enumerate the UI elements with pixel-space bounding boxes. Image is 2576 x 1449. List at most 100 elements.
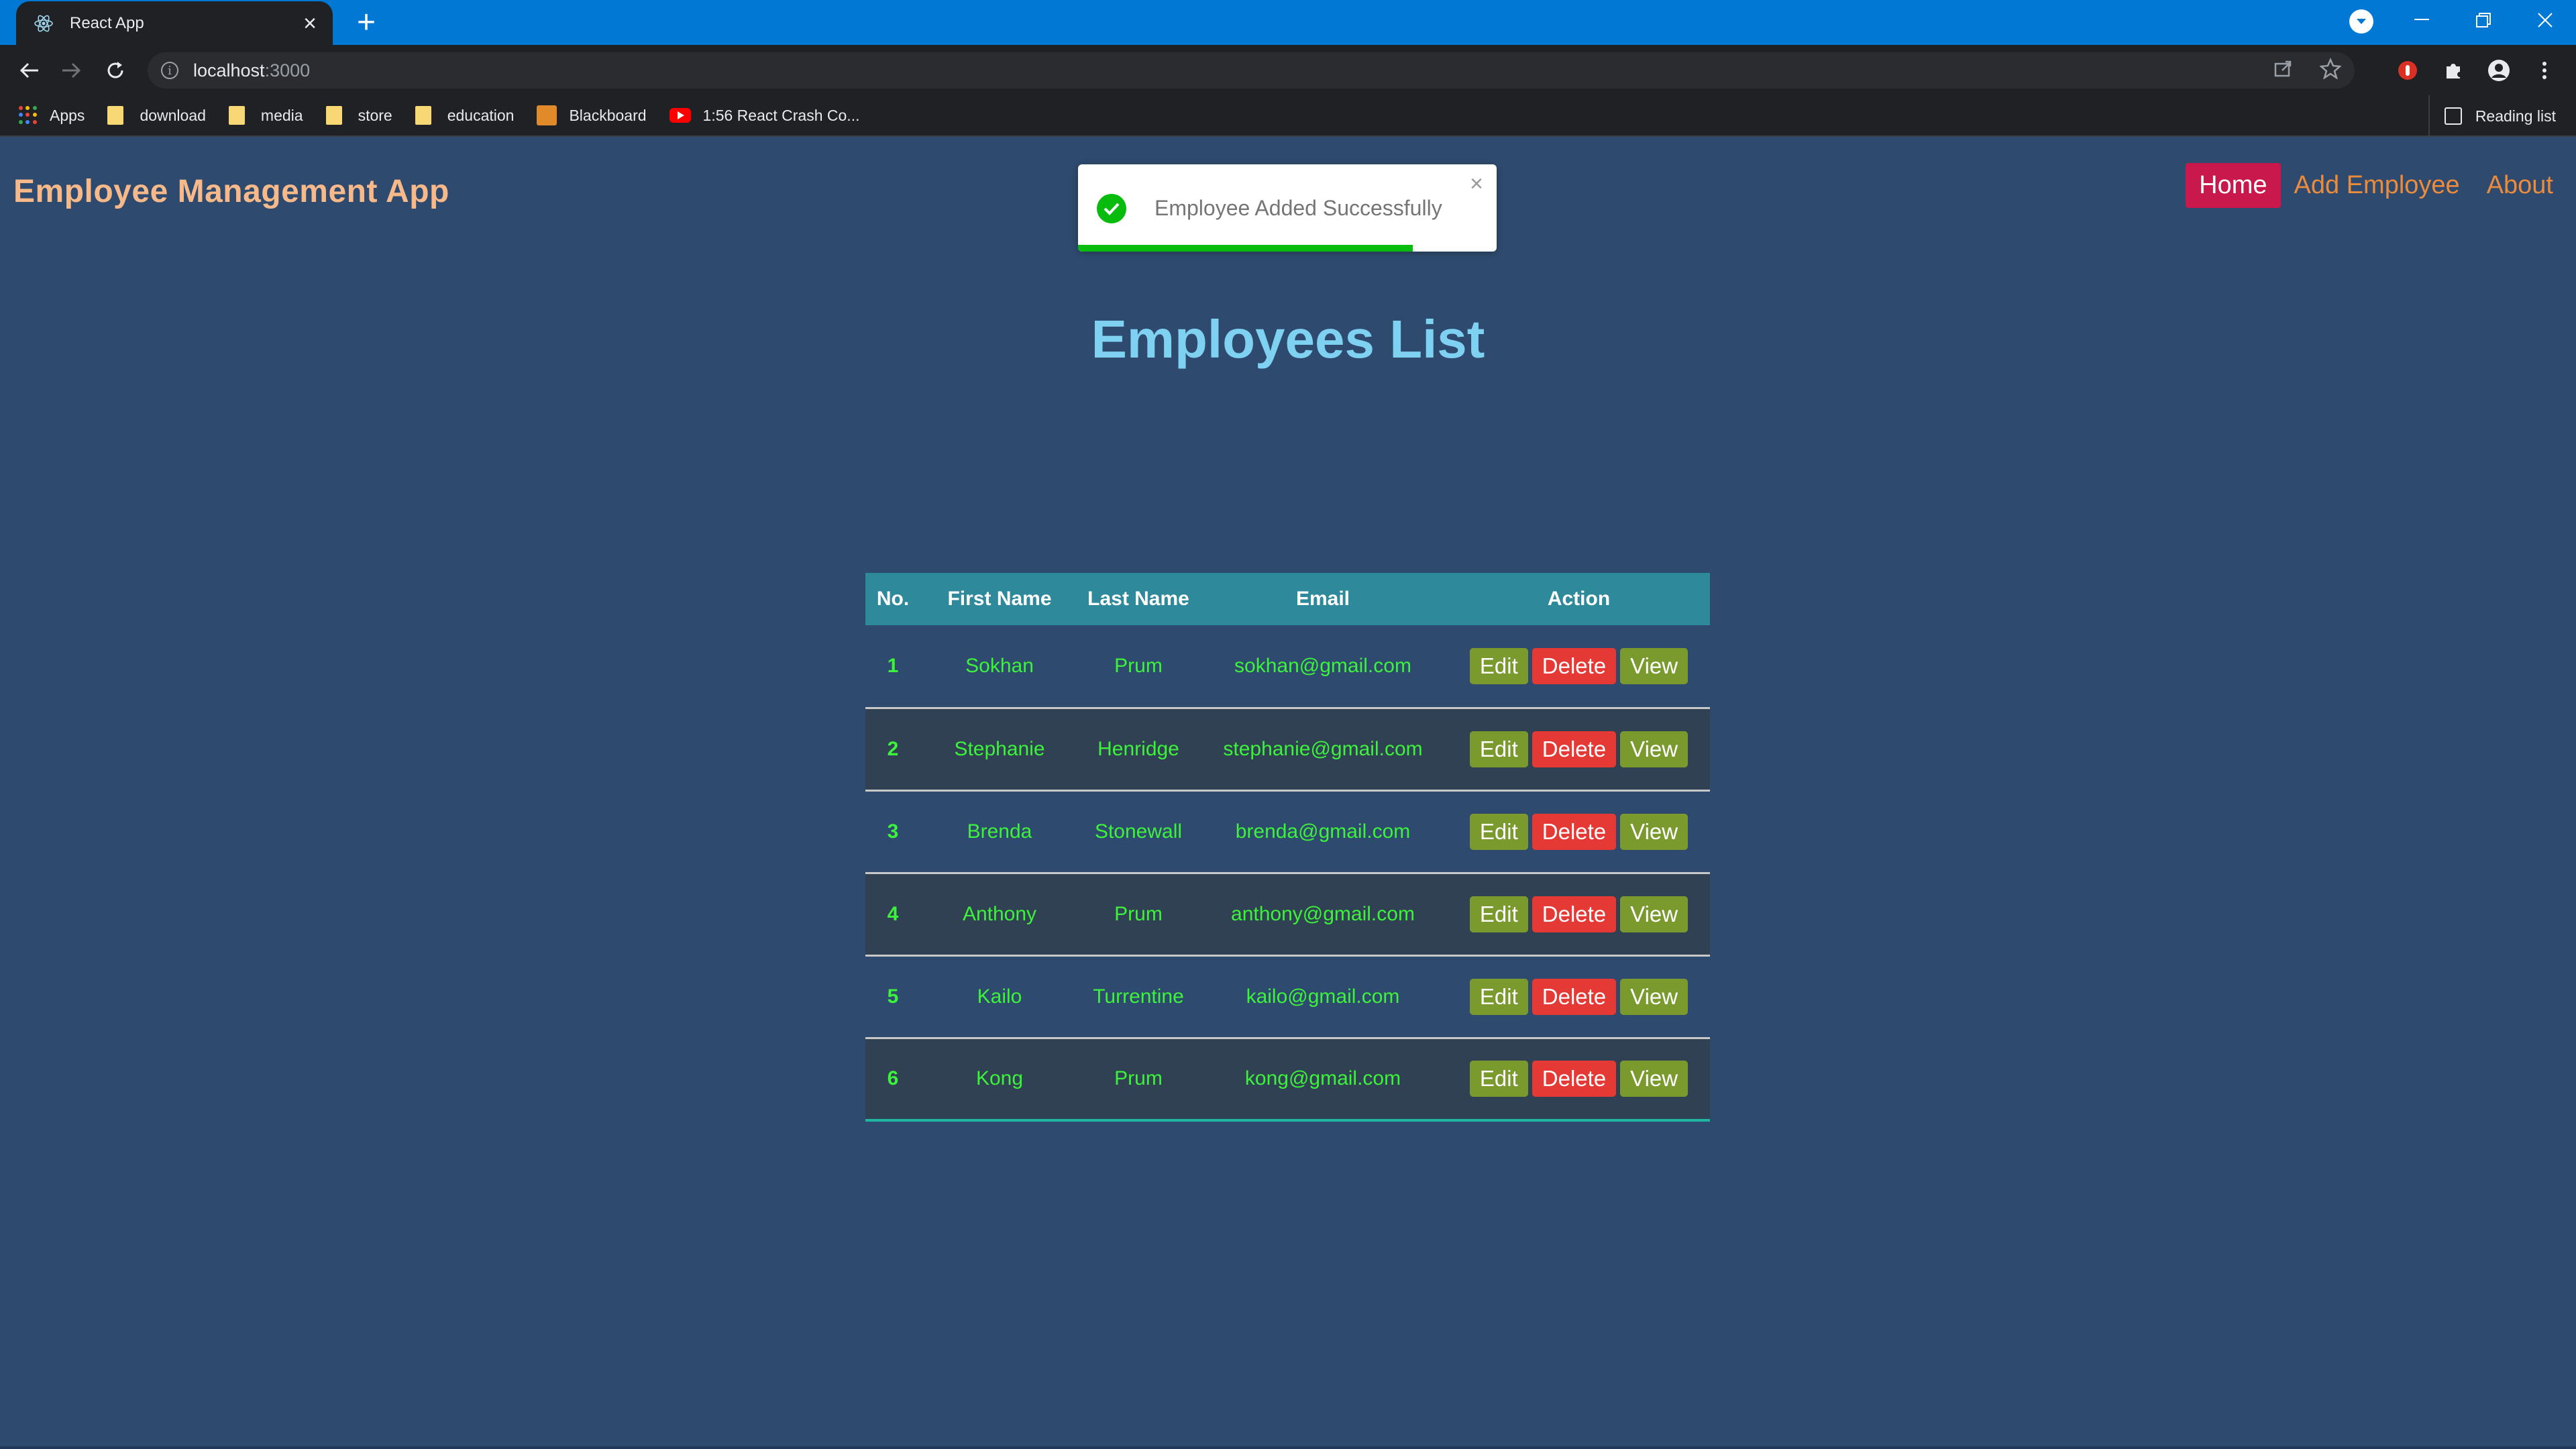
cell-email: kong@gmail.com [1244, 1067, 1401, 1090]
bookmark-star-icon[interactable] [2319, 57, 2342, 84]
cell-first-name: Sokhan [965, 654, 1034, 677]
folder-icon [228, 106, 245, 125]
extension-shield-icon[interactable] [2395, 58, 2420, 83]
tab-title: React App [70, 13, 144, 32]
page-bottom-edge [0, 1446, 2576, 1449]
col-header-first-name: First Name [947, 588, 1052, 610]
apps-grid-icon [19, 106, 38, 125]
cell-no: 4 [887, 902, 899, 925]
delete-button[interactable]: Delete [1532, 978, 1617, 1015]
delete-button[interactable]: Delete [1532, 731, 1617, 767]
cell-first-name: Brenda [967, 820, 1032, 843]
bookmark-education[interactable]: education [415, 106, 514, 125]
edit-button[interactable]: Edit [1469, 1061, 1528, 1097]
cell-last-name: Stonewall [1094, 820, 1183, 843]
cell-first-name: Kailo [977, 985, 1022, 1008]
main-nav: Home Add Employee About [2186, 163, 2567, 208]
url-host: localhost [193, 60, 265, 80]
back-arrow-icon[interactable] [13, 54, 46, 87]
view-button[interactable]: View [1620, 731, 1688, 767]
edit-button[interactable]: Edit [1469, 647, 1528, 684]
view-button[interactable]: View [1620, 1061, 1688, 1097]
cell-actions: Edit Delete View [1448, 1038, 1710, 1120]
col-header-action: Action [1547, 588, 1611, 610]
forward-arrow-icon[interactable] [55, 54, 87, 87]
bookmark-media[interactable]: media [228, 106, 303, 125]
table-row: 5 Kailo Turrentine kailo@gmail.com Edit Delet… [865, 955, 1710, 1038]
app-title: Employee Management App [13, 174, 449, 209]
minimize-icon[interactable] [2391, 0, 2453, 40]
cell-first-name: Kong [975, 1067, 1024, 1090]
close-window-icon[interactable] [2514, 0, 2576, 40]
delete-button[interactable]: Delete [1532, 647, 1617, 684]
table-row: 1 Sokhan Prum sokhan@gmail.com Edit Delete Vie… [865, 625, 1710, 708]
site-info-icon[interactable]: i [161, 62, 178, 79]
cell-no: 5 [887, 985, 899, 1008]
url-input[interactable]: i localhost :3000 [148, 52, 2355, 89]
table-row: 4 Anthony Prum anthony@gmail.com Edit Delete V… [865, 873, 1710, 955]
cell-no: 1 [887, 654, 899, 677]
cell-last-name: Prum [1114, 1067, 1163, 1090]
tab-close-icon[interactable]: × [303, 12, 317, 35]
nav-home[interactable]: Home [2186, 163, 2281, 208]
view-button[interactable]: View [1620, 978, 1688, 1015]
cell-actions: Edit Delete View [1448, 790, 1710, 873]
cell-no: 3 [887, 820, 899, 843]
cell-last-name: Prum [1114, 902, 1163, 925]
cell-email: brenda@gmail.com [1235, 820, 1411, 843]
cell-actions: Edit Delete View [1448, 955, 1710, 1038]
check-circle-icon [1097, 194, 1126, 223]
cell-first-name: Anthony [962, 902, 1037, 925]
reading-list-button[interactable]: Reading list [2428, 95, 2556, 137]
delete-button[interactable]: Delete [1532, 896, 1617, 932]
edit-button[interactable]: Edit [1469, 978, 1528, 1015]
browser-tab[interactable]: React App × [16, 1, 333, 45]
url-port: :3000 [264, 60, 311, 80]
table-header-row: No. First Name Last Name Email Action [865, 573, 1710, 625]
success-toast: Employee Added Successfully × [1078, 164, 1497, 252]
edit-button[interactable]: Edit [1469, 813, 1528, 850]
col-header-last-name: Last Name [1087, 588, 1189, 610]
view-button[interactable]: View [1620, 813, 1688, 850]
edit-button[interactable]: Edit [1469, 731, 1528, 767]
edit-button[interactable]: Edit [1469, 896, 1528, 932]
toast-progress-bar [1078, 245, 1413, 252]
cell-email: stephanie@gmail.com [1223, 737, 1423, 760]
cell-email: anthony@gmail.com [1231, 902, 1415, 925]
table-row: 6 Kong Prum kong@gmail.com Edit Delete View [865, 1038, 1710, 1120]
browser-titlebar: React App × + [0, 0, 2576, 45]
nav-about[interactable]: About [2473, 163, 2567, 208]
cell-first-name: Stephanie [954, 737, 1045, 760]
toast-message: Employee Added Successfully [1155, 196, 1442, 220]
tab-search-icon[interactable] [2349, 9, 2373, 34]
cell-last-name: Prum [1114, 654, 1163, 677]
reload-icon[interactable] [99, 54, 131, 87]
cell-last-name: Henridge [1097, 737, 1179, 760]
extensions-puzzle-icon[interactable] [2440, 58, 2466, 83]
bookmark-apps[interactable]: Apps [19, 106, 85, 125]
share-icon[interactable] [2273, 58, 2293, 83]
toast-close-icon[interactable]: × [1470, 171, 1483, 197]
react-logo-icon [32, 12, 55, 35]
nav-add-employee[interactable]: Add Employee [2281, 163, 2473, 208]
folder-icon [415, 106, 431, 125]
bookmark-blackboard[interactable]: Blackboard [537, 105, 647, 125]
view-button[interactable]: View [1620, 896, 1688, 932]
cell-actions: Edit Delete View [1448, 708, 1710, 790]
bookmark-store[interactable]: store [325, 106, 392, 125]
delete-button[interactable]: Delete [1532, 813, 1617, 850]
more-menu-icon[interactable] [2532, 58, 2557, 83]
cell-actions: Edit Delete View [1448, 625, 1710, 708]
address-bar-row: i localhost :3000 [0, 45, 2576, 95]
delete-button[interactable]: Delete [1532, 1061, 1617, 1097]
cell-actions: Edit Delete View [1448, 873, 1710, 955]
bookmark-download[interactable]: download [107, 106, 206, 125]
bookmark-react-crash-course[interactable]: 1:56 React Crash Co... [669, 107, 859, 125]
profile-avatar-icon[interactable] [2486, 58, 2512, 83]
folder-icon [107, 106, 124, 125]
blackboard-icon [537, 105, 557, 125]
view-button[interactable]: View [1620, 647, 1688, 684]
cell-no: 6 [887, 1067, 899, 1090]
restore-icon[interactable] [2453, 0, 2514, 40]
new-tab-button[interactable]: + [349, 5, 384, 40]
